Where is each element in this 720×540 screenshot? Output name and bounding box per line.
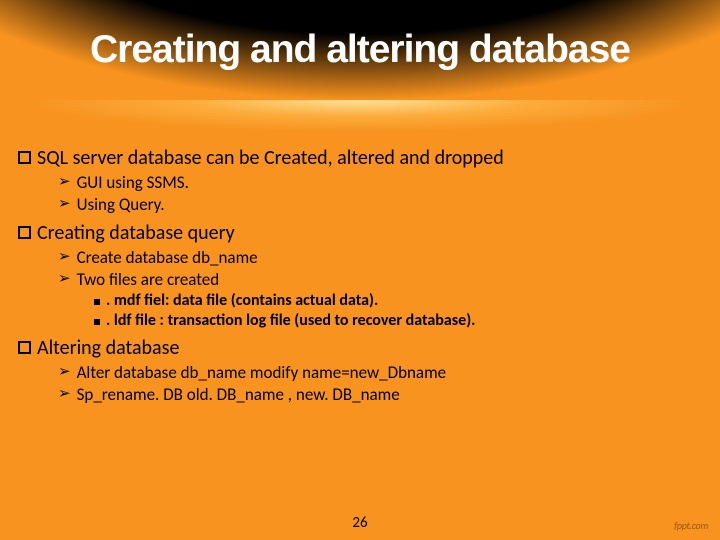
bullet-text: GUI using SSMS. <box>77 172 189 193</box>
bullet-level2: ➢ Using Query. <box>58 194 702 215</box>
footer-logo: fppt.com <box>674 519 708 532</box>
bullet-level1: Altering database <box>18 336 702 360</box>
bullet-text: Using Query. <box>77 194 165 215</box>
square-dot-icon <box>94 299 100 305</box>
square-bullet-icon <box>18 341 31 354</box>
bullet-text: Alter database db_name modify name=new_D… <box>77 362 447 383</box>
triangle-bullet-icon: ➢ <box>58 197 71 212</box>
triangle-bullet-icon: ➢ <box>58 175 71 190</box>
bullet-level2: ➢ GUI using SSMS. <box>58 172 702 193</box>
bullet-level2: ➢ Create database db_name <box>58 247 702 268</box>
triangle-bullet-icon: ➢ <box>58 387 71 402</box>
bullet-level1: SQL server database can be Created, alte… <box>18 146 702 170</box>
bullet-text: SQL server database can be Created, alte… <box>37 146 504 170</box>
bullet-level3: . mdf fiel: data file (contains actual d… <box>94 291 702 310</box>
square-dot-icon <box>94 319 100 325</box>
triangle-bullet-icon: ➢ <box>58 365 71 380</box>
page-number: 26 <box>0 514 720 532</box>
bullet-level3: . ldf file : transaction log file (used … <box>94 311 702 330</box>
slide-content: SQL server database can be Created, alte… <box>18 140 702 406</box>
triangle-bullet-icon: ➢ <box>58 250 71 265</box>
square-bullet-icon <box>18 151 31 164</box>
triangle-bullet-icon: ➢ <box>58 272 71 287</box>
bullet-text: Sp_rename. DB old. DB_name , new. DB_nam… <box>77 384 400 405</box>
bullet-level2: ➢ Alter database db_name modify name=new… <box>58 362 702 383</box>
bullet-text: Create database db_name <box>77 247 258 268</box>
bullet-text: . ldf file : transaction log file (used … <box>106 311 475 330</box>
square-bullet-icon <box>18 226 31 239</box>
bullet-text: Two files are created <box>77 269 220 290</box>
bullet-level2: ➢ Sp_rename. DB old. DB_name , new. DB_n… <box>58 384 702 405</box>
bullet-text: . mdf fiel: data file (contains actual d… <box>106 291 378 310</box>
bullet-text: Altering database <box>37 336 179 360</box>
slide-title: Creating and altering database <box>0 28 720 72</box>
title-band: Creating and altering database <box>0 0 720 140</box>
bullet-level1: Creating database query <box>18 221 702 245</box>
bullet-level2: ➢ Two files are created <box>58 269 702 290</box>
bullet-text: Creating database query <box>37 221 235 245</box>
